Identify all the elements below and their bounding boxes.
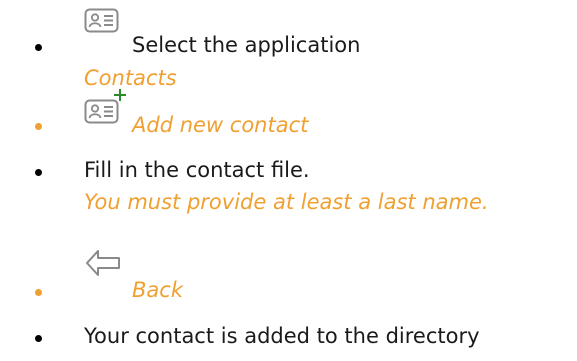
- contacts-app-icon: [84, 8, 120, 39]
- back-arrow-icon: [84, 248, 122, 287]
- bullet-1: [35, 44, 42, 51]
- step-3-note: You must provide at least a last name.: [84, 190, 489, 214]
- bullet-2: [35, 123, 42, 130]
- step-3-text: Fill in the contact file.: [84, 158, 310, 182]
- step-1-text: Select the application: [132, 33, 361, 57]
- bullet-5: [35, 335, 42, 342]
- add-contact-icon: [84, 87, 128, 132]
- instruction-list: Select the application Contacts Add new …: [0, 0, 577, 361]
- bullet-3: [35, 169, 42, 176]
- step-5-text: Your contact is added to the directory: [84, 324, 480, 348]
- step-2-text: Add new contact: [132, 113, 309, 137]
- step-4-text: Back: [132, 278, 183, 302]
- bullet-4: [35, 289, 42, 296]
